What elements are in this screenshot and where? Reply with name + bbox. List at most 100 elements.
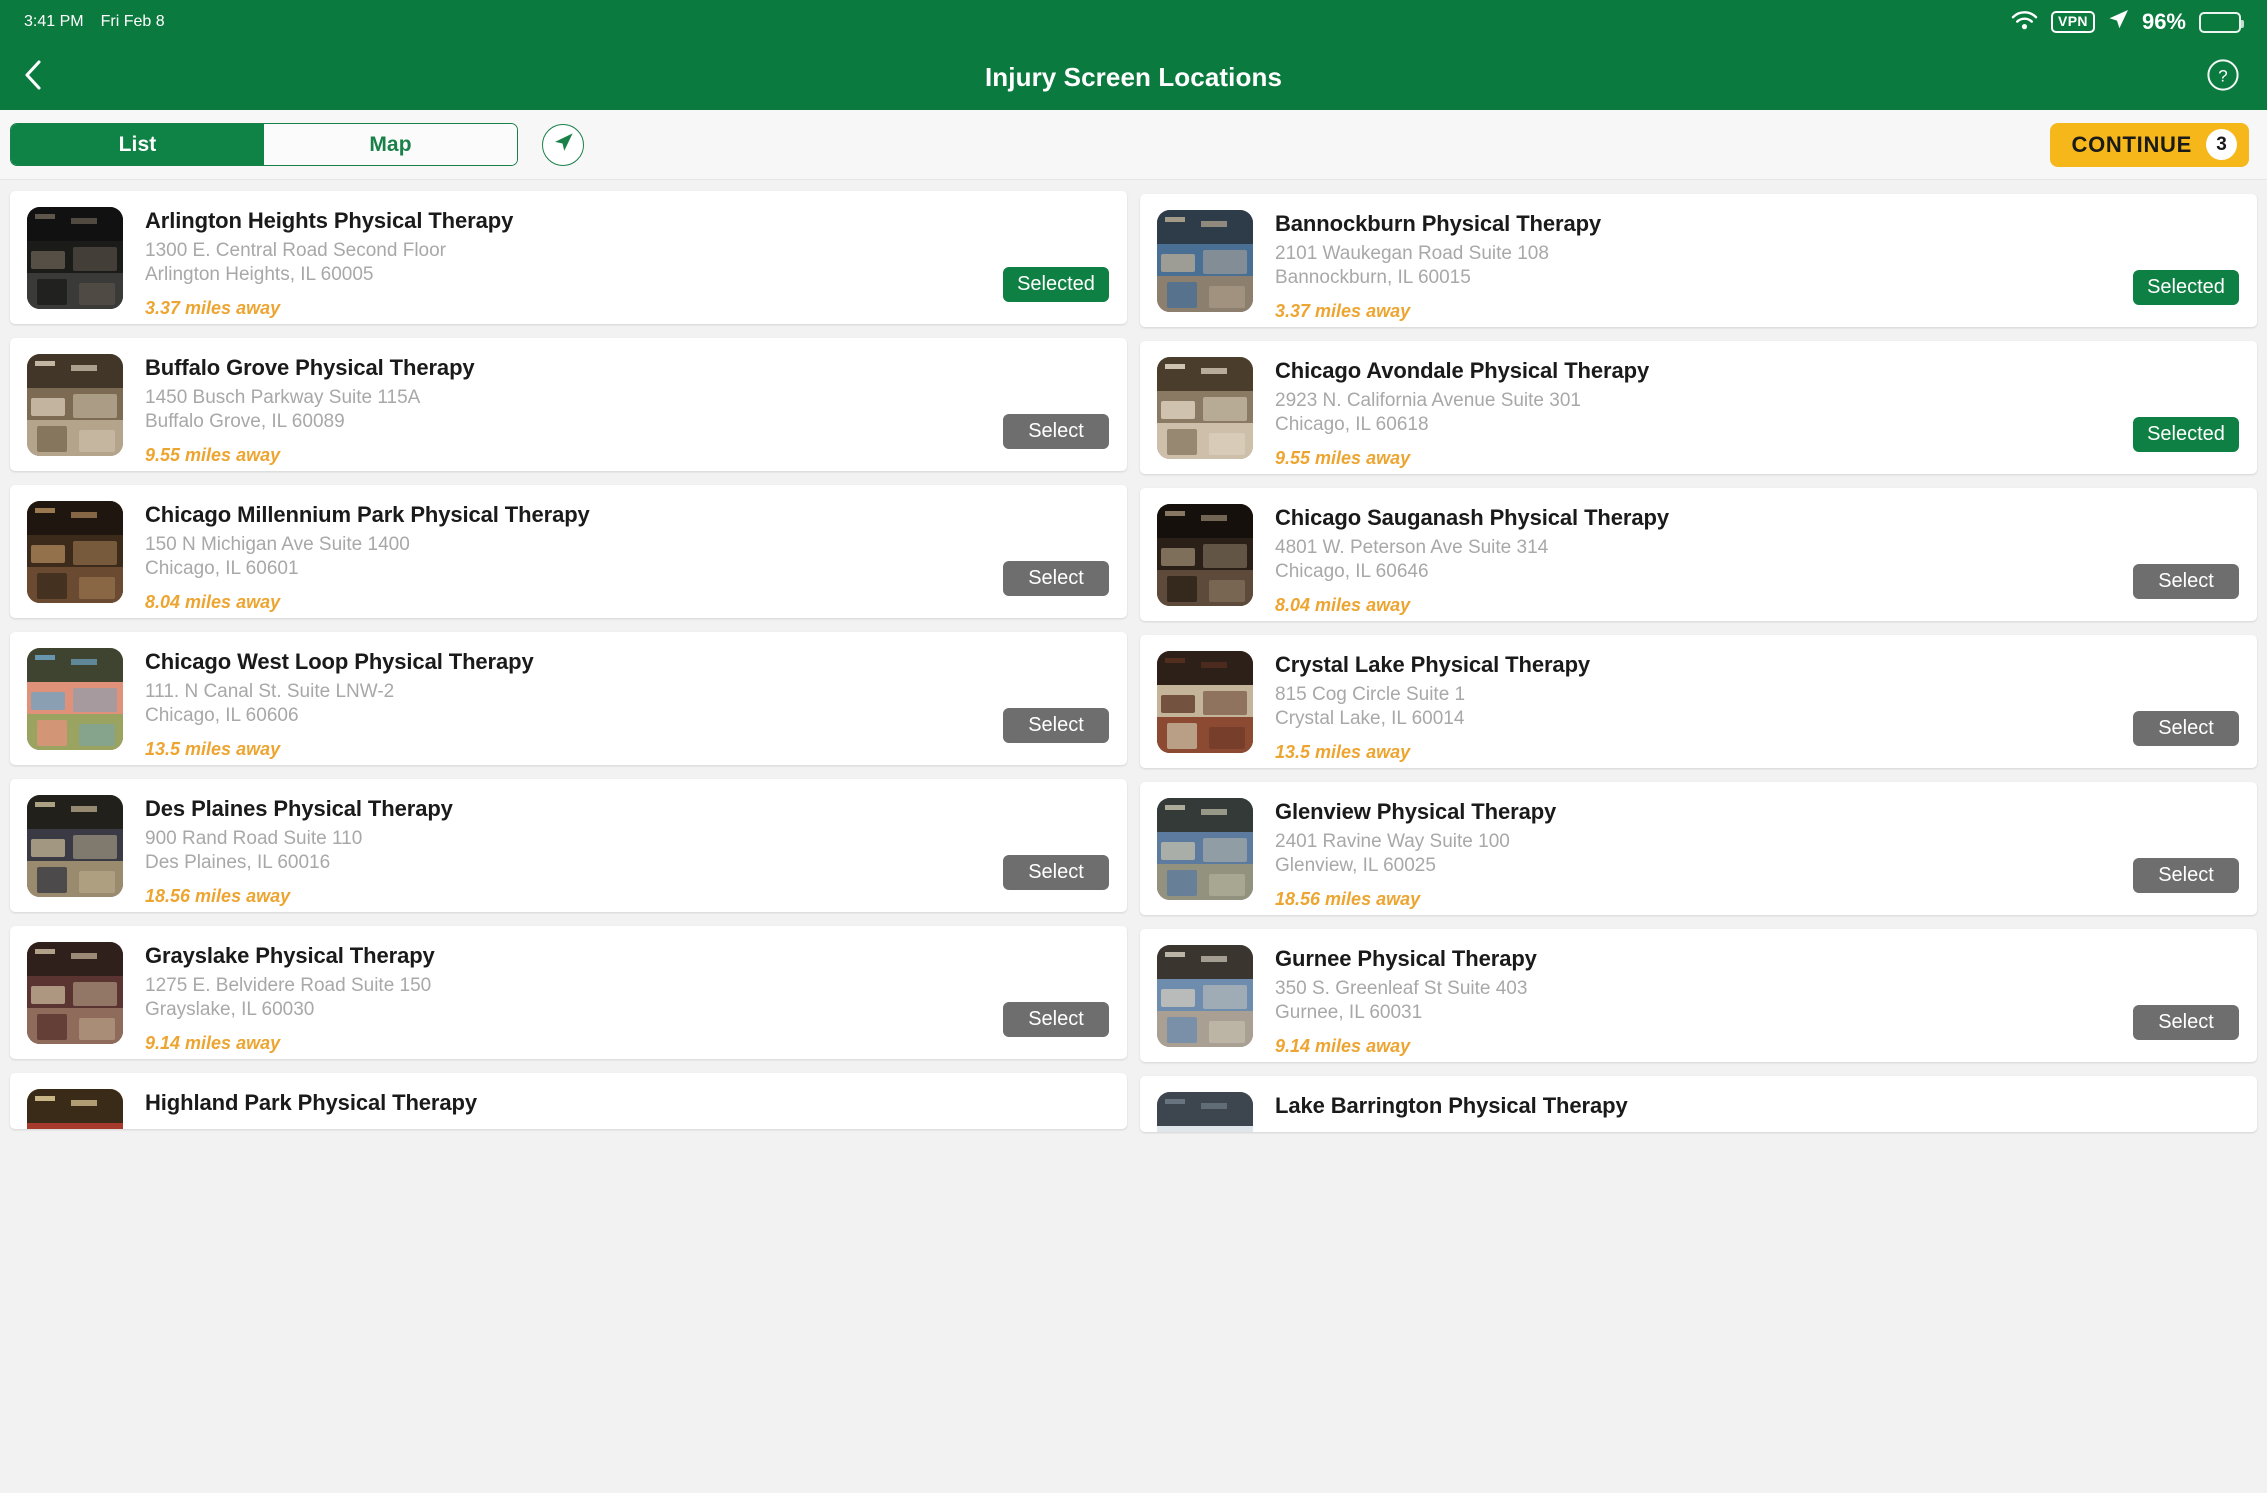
select-button[interactable]: Select xyxy=(1003,708,1109,743)
location-details: Bannockburn Physical Therapy 2101 Waukega… xyxy=(1253,210,2241,322)
select-button[interactable]: Select xyxy=(1003,561,1109,596)
selected-button[interactable]: Selected xyxy=(2133,417,2239,452)
location-name: Chicago Millennium Park Physical Therapy xyxy=(145,502,590,527)
location-name: Bannockburn Physical Therapy xyxy=(1275,211,1602,236)
location-card[interactable]: Chicago Avondale Physical Therapy 2923 N.… xyxy=(1140,341,2257,474)
select-button[interactable]: Select xyxy=(2133,1005,2239,1040)
location-card[interactable]: Chicago Sauganash Physical Therapy 4801 W… xyxy=(1140,488,2257,621)
tab-map[interactable]: Map xyxy=(264,124,517,165)
location-details: Glenview Physical Therapy 2401 Ravine Way… xyxy=(1253,798,2241,910)
view-mode-segmented-control[interactable]: List Map xyxy=(10,123,518,166)
select-button[interactable]: Select xyxy=(1003,1002,1109,1037)
location-details: Buffalo Grove Physical Therapy 1450 Busch… xyxy=(123,354,1111,466)
location-details: Chicago Avondale Physical Therapy 2923 N.… xyxy=(1253,357,2241,469)
location-distance: 3.37 miles away xyxy=(145,298,281,318)
location-details: Crystal Lake Physical Therapy 815 Cog Cir… xyxy=(1253,651,2241,763)
view-toolbar: List Map CONTINUE 3 xyxy=(0,110,2267,180)
locate-me-button[interactable] xyxy=(542,123,584,166)
location-address: 2101 Waukegan Road Suite 108 xyxy=(1275,243,1549,264)
continue-label: CONTINUE xyxy=(2071,131,2192,157)
location-distance: 13.5 miles away xyxy=(1275,742,1411,762)
select-button[interactable]: Select xyxy=(2133,858,2239,893)
location-city-state-zip: Arlington Heights, IL 60005 xyxy=(145,264,374,285)
location-thumbnail xyxy=(27,795,123,897)
location-card[interactable]: Highland Park Physical Therapy xyxy=(10,1073,1127,1129)
location-details: Chicago Millennium Park Physical Therapy… xyxy=(123,501,1111,613)
location-city-state-zip: Chicago, IL 60646 xyxy=(1275,561,1429,582)
location-city-state-zip: Crystal Lake, IL 60014 xyxy=(1275,708,1465,729)
location-distance: 9.14 miles away xyxy=(145,1033,281,1053)
location-name: Lake Barrington Physical Therapy xyxy=(1275,1093,1628,1118)
location-card[interactable]: Crystal Lake Physical Therapy 815 Cog Cir… xyxy=(1140,635,2257,768)
location-card[interactable]: Bannockburn Physical Therapy 2101 Waukega… xyxy=(1140,194,2257,327)
location-name: Chicago Avondale Physical Therapy xyxy=(1275,358,1650,383)
location-card[interactable]: Gurnee Physical Therapy 350 S. Greenleaf … xyxy=(1140,929,2257,1062)
location-city-state-zip: Bannockburn, IL 60015 xyxy=(1275,267,1471,288)
location-card[interactable]: Des Plaines Physical Therapy 900 Rand Roa… xyxy=(10,779,1127,912)
location-details: Lake Barrington Physical Therapy xyxy=(1253,1092,2241,1119)
tab-list[interactable]: List xyxy=(11,124,264,165)
location-card[interactable]: Arlington Heights Physical Therapy 1300 E… xyxy=(10,191,1127,324)
status-bar: 3:41 PM Fri Feb 8 VPN 96% xyxy=(0,0,2267,44)
location-arrow-icon xyxy=(2108,9,2129,35)
location-card[interactable]: Glenview Physical Therapy 2401 Ravine Way… xyxy=(1140,782,2257,915)
location-address: 1275 E. Belvidere Road Suite 150 xyxy=(145,975,432,996)
location-city-state-zip: Buffalo Grove, IL 60089 xyxy=(145,411,345,432)
location-address: 900 Rand Road Suite 110 xyxy=(145,828,363,849)
location-city-state-zip: Chicago, IL 60606 xyxy=(145,705,299,726)
location-name: Buffalo Grove Physical Therapy xyxy=(145,355,475,380)
selected-button[interactable]: Selected xyxy=(2133,270,2239,305)
wifi-icon xyxy=(2011,10,2038,35)
locations-scroll-container[interactable]: Arlington Heights Physical Therapy 1300 E… xyxy=(0,180,2267,1493)
location-city-state-zip: Chicago, IL 60618 xyxy=(1275,414,1429,435)
location-distance: 8.04 miles away xyxy=(145,592,281,612)
vpn-badge: VPN xyxy=(2050,10,2095,34)
location-distance: 9.55 miles away xyxy=(1275,448,1411,468)
location-distance: 3.37 miles away xyxy=(1275,301,1411,321)
locations-grid: Arlington Heights Physical Therapy 1300 E… xyxy=(10,191,2257,1132)
location-name: Glenview Physical Therapy xyxy=(1275,799,1557,824)
location-details: Gurnee Physical Therapy 350 S. Greenleaf … xyxy=(1253,945,2241,1057)
continue-count-badge: 3 xyxy=(2206,129,2237,160)
location-thumbnail xyxy=(27,648,123,750)
status-time: 3:41 PM xyxy=(24,13,84,30)
location-distance: 8.04 miles away xyxy=(1275,595,1411,615)
location-distance: 18.56 miles away xyxy=(1275,889,1421,909)
location-card[interactable]: Lake Barrington Physical Therapy xyxy=(1140,1076,2257,1132)
select-button[interactable]: Select xyxy=(1003,414,1109,449)
location-card[interactable]: Buffalo Grove Physical Therapy 1450 Busch… xyxy=(10,338,1127,471)
location-city-state-zip: Chicago, IL 60601 xyxy=(145,558,299,579)
location-distance: 18.56 miles away xyxy=(145,886,291,906)
location-distance: 9.55 miles away xyxy=(145,445,281,465)
location-card[interactable]: Chicago West Loop Physical Therapy 111. N… xyxy=(10,632,1127,765)
location-thumbnail xyxy=(1157,357,1253,459)
location-details: Chicago Sauganash Physical Therapy 4801 W… xyxy=(1253,504,2241,616)
select-button[interactable]: Select xyxy=(2133,711,2239,746)
location-thumbnail xyxy=(1157,798,1253,900)
location-details: Arlington Heights Physical Therapy 1300 E… xyxy=(123,207,1111,319)
select-button[interactable]: Select xyxy=(2133,564,2239,599)
navigation-arrow-icon xyxy=(552,131,575,159)
status-bar-right: VPN 96% xyxy=(2011,9,2244,35)
location-address: 2401 Ravine Way Suite 100 xyxy=(1275,831,1510,852)
location-name: Crystal Lake Physical Therapy xyxy=(1275,652,1591,677)
continue-button[interactable]: CONTINUE 3 xyxy=(2049,122,2249,167)
location-name: Highland Park Physical Therapy xyxy=(145,1090,478,1115)
selected-button[interactable]: Selected xyxy=(1003,267,1109,302)
location-name: Chicago West Loop Physical Therapy xyxy=(145,649,534,674)
location-address: 150 N Michigan Ave Suite 1400 xyxy=(145,534,410,555)
location-card[interactable]: Chicago Millennium Park Physical Therapy… xyxy=(10,485,1127,618)
location-city-state-zip: Grayslake, IL 60030 xyxy=(145,999,315,1020)
location-name: Gurnee Physical Therapy xyxy=(1275,946,1537,971)
battery-percent: 96% xyxy=(2141,9,2186,34)
location-card[interactable]: Grayslake Physical Therapy 1275 E. Belvid… xyxy=(10,926,1127,1059)
location-thumbnail xyxy=(27,1089,123,1129)
location-details: Chicago West Loop Physical Therapy 111. N… xyxy=(123,648,1111,760)
select-button[interactable]: Select xyxy=(1003,855,1109,890)
location-thumbnail xyxy=(27,942,123,1044)
location-city-state-zip: Gurnee, IL 60031 xyxy=(1275,1002,1423,1023)
location-address: 2923 N. California Avenue Suite 301 xyxy=(1275,390,1581,411)
location-city-state-zip: Glenview, IL 60025 xyxy=(1275,855,1436,876)
location-address: 350 S. Greenleaf St Suite 403 xyxy=(1275,978,1528,999)
location-address: 4801 W. Peterson Ave Suite 314 xyxy=(1275,537,1549,558)
